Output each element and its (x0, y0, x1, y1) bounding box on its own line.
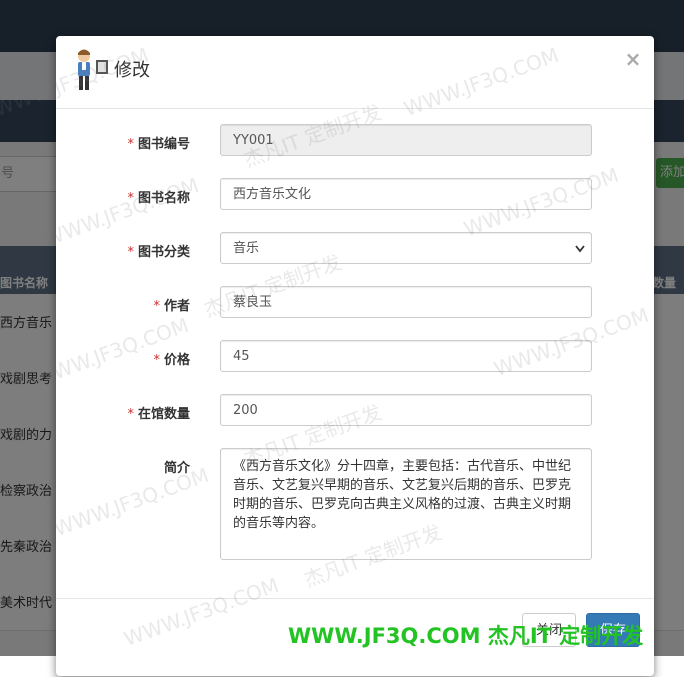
field-label-text: 简介 (163, 461, 190, 476)
required-marker: * (127, 407, 134, 422)
dialog-header: 修改 × (56, 36, 654, 109)
field-label: * 作者 (153, 295, 190, 314)
field-label-text: 在馆数量 (137, 407, 190, 422)
form-row-category: * 图书分类 音乐 (56, 232, 654, 268)
form-row-summary: 简介 《西方音乐文化》分十四章，主要包括：古代音乐、中世纪音乐、文艺复兴早期的音… (56, 448, 654, 562)
field-label-text: 图书名称 (137, 191, 190, 206)
required-marker: * (127, 245, 134, 260)
summary-textarea[interactable]: 《西方音乐文化》分十四章，主要包括：古代音乐、中世纪音乐、文艺复兴早期的音乐、文… (220, 448, 592, 560)
stock-quantity-input[interactable]: 200 (220, 394, 592, 426)
form-row-book-id: * 图书编号 YY001 (56, 124, 654, 160)
field-label: * 在馆数量 (127, 403, 190, 422)
field-label: * 价格 (153, 349, 190, 368)
field-label-text: 图书分类 (137, 245, 190, 260)
form-row-price: * 价格 45 (56, 340, 654, 376)
book-name-input[interactable]: 西方音乐文化 (220, 178, 592, 210)
required-marker: * (153, 353, 160, 368)
form-row-book-name: * 图书名称 西方音乐文化 (56, 178, 654, 214)
price-input[interactable]: 45 (220, 340, 592, 372)
author-input[interactable]: 蔡良玉 (220, 286, 592, 318)
required-marker: * (127, 137, 134, 152)
field-label-text: 价格 (163, 353, 190, 368)
field-label-text: 图书编号 (137, 137, 190, 152)
form-row-stock: * 在馆数量 200 (56, 394, 654, 430)
chevron-down-icon (575, 245, 585, 253)
category-select[interactable]: 音乐 (220, 232, 592, 264)
field-label: 简介 (164, 457, 190, 476)
field-label: * 图书名称 (127, 187, 190, 206)
required-marker: * (127, 191, 134, 206)
close-icon[interactable]: × (623, 48, 643, 70)
watermark-banner: WWW.JF3Q.COM 杰凡IT 定制开发 (288, 624, 644, 648)
book-id-field: YY001 (220, 124, 592, 156)
user-avatar-icon (78, 49, 108, 90)
field-label: * 图书编号 (127, 133, 190, 152)
required-marker: * (153, 299, 160, 314)
category-select-value: 音乐 (233, 241, 260, 256)
edit-dialog: 修改 × * 图书编号 YY001 * 图书名称 西方音乐文化 * 图书分类 音乐 *… (56, 36, 654, 676)
form-row-author: * 作者 蔡良玉 (56, 286, 654, 322)
field-label: * 图书分类 (127, 241, 190, 260)
dialog-title: 修改 (114, 60, 150, 81)
field-label-text: 作者 (163, 299, 190, 314)
